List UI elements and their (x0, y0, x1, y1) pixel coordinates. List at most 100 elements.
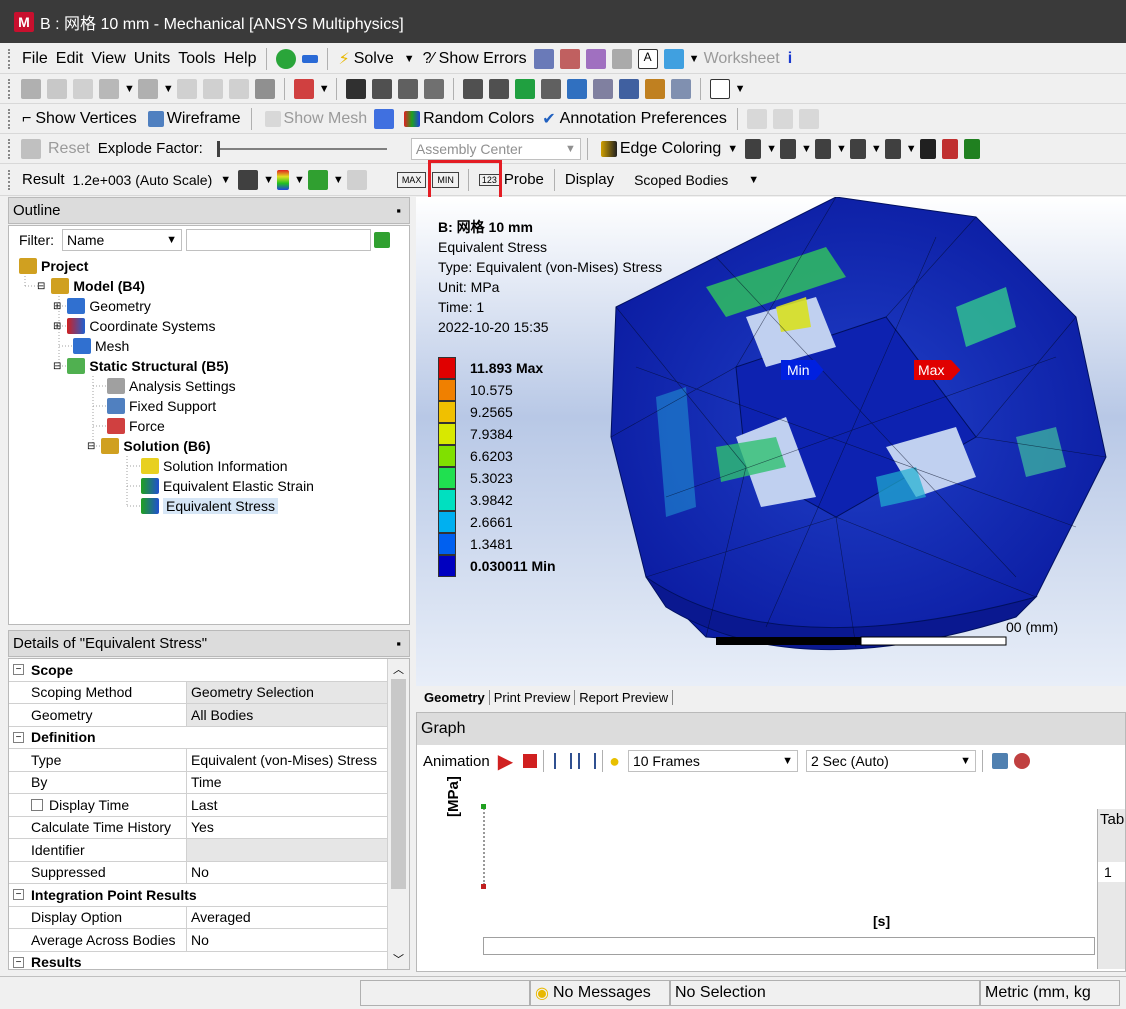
tree-item-static-structural[interactable]: ⊟ Static Structural (B5) (53, 356, 229, 376)
geometry-display-icon[interactable] (238, 169, 259, 190)
pointer-icon[interactable] (21, 78, 41, 99)
wireframe-button[interactable]: Wireframe (141, 107, 245, 131)
zoom-icon[interactable] (397, 78, 418, 99)
iso-view-icon[interactable] (566, 78, 587, 99)
select-mode-icon[interactable] (137, 78, 158, 99)
pan-icon[interactable] (371, 78, 392, 99)
display-scope-dropdown[interactable]: Scoped Bodies ▼ (630, 168, 763, 192)
contour-bands-icon[interactable] (277, 169, 290, 190)
detail-row-type[interactable]: Type Equivalent (von-Mises) Stress (9, 749, 387, 772)
messages-cell[interactable]: ◉ No Messages (530, 980, 670, 1006)
assembly-center-dropdown[interactable]: Assembly Center ▼ (410, 137, 581, 160)
max-marker[interactable]: Max (914, 360, 961, 380)
units-cell[interactable]: Metric (mm, kg (980, 980, 1120, 1006)
zoom-selection-icon[interactable] (488, 78, 509, 99)
menu-tools[interactable]: Tools (174, 47, 219, 71)
collapse-icon[interactable]: ⊟ (53, 361, 61, 372)
image-icon[interactable] (663, 48, 684, 69)
tabular-data-tab[interactable]: Tab (1098, 809, 1125, 830)
tree-item-solution[interactable]: ⊟ Solution (B6) (87, 436, 211, 456)
table-row-1[interactable]: 1 (1098, 862, 1125, 882)
display-time-checkbox[interactable] (31, 798, 43, 811)
box-select-icon[interactable] (99, 78, 119, 99)
tree-item-coordinate-systems[interactable]: ⊞ Coordinate Systems (53, 316, 215, 336)
lock-icon[interactable] (644, 78, 665, 99)
explode-view-icon[interactable] (21, 138, 41, 159)
detail-row-scoping-method[interactable]: Scoping Method Geometry Selection (9, 681, 387, 704)
scroll-up-icon[interactable]: ︿ (393, 661, 404, 677)
max-label-button[interactable]: MAX (396, 171, 427, 188)
toolbar-icon-a[interactable] (533, 48, 554, 69)
detail-row-by[interactable]: By Time (9, 771, 387, 794)
tree-item-analysis-settings[interactable]: Analysis Settings (107, 376, 236, 396)
frames-icon[interactable] (554, 753, 573, 769)
edge-line-icon-5[interactable] (884, 138, 901, 159)
pin-edge-icon[interactable] (919, 138, 936, 159)
vector-display-icon[interactable] (346, 169, 367, 190)
explode-icon[interactable] (374, 108, 395, 129)
vertex-filter-icon[interactable] (176, 78, 197, 99)
bulb-icon[interactable]: ● (609, 751, 620, 772)
scroll-down-icon[interactable]: ﹀ (393, 951, 404, 967)
edge-line-icon-1[interactable] (745, 138, 762, 159)
tree-item-fixed-support[interactable]: Fixed Support (107, 396, 216, 416)
collapse-icon[interactable]: ⊟ (37, 281, 45, 292)
tree-item-mesh[interactable]: Mesh (73, 336, 129, 356)
box-zoom-icon[interactable] (423, 78, 444, 99)
menu-file[interactable]: File (18, 47, 52, 71)
expand-icon[interactable]: ⊞ (53, 301, 61, 312)
tree-icon[interactable] (302, 54, 319, 63)
menu-edit[interactable]: Edit (52, 47, 88, 71)
tree-item-force[interactable]: Force (107, 416, 165, 436)
edge-line-icon-4[interactable] (849, 138, 866, 159)
pin-icon[interactable]: ▪ (396, 636, 401, 651)
check-icon[interactable] (276, 48, 297, 69)
annotation-preferences-button[interactable]: ✔ Annotation Preferences (538, 107, 731, 131)
tree-item-geometry[interactable]: ⊞ Geometry (53, 296, 151, 316)
toolbar-grip[interactable] (8, 48, 12, 69)
edge-line-icon-2[interactable] (780, 138, 797, 159)
section-results[interactable]: − Results (9, 952, 387, 969)
scrollbar-thumb[interactable] (391, 679, 406, 889)
detail-row-calculate-time-history[interactable]: Calculate Time History Yes (9, 816, 387, 839)
detail-row-identifier[interactable]: Identifier (9, 839, 387, 862)
detail-row-display-time[interactable]: Display Time Last (9, 794, 387, 817)
menu-help[interactable]: Help (220, 47, 261, 71)
toolbar-icon-c[interactable] (585, 48, 606, 69)
magnifier-icon[interactable] (514, 78, 535, 99)
fit-edge-icon[interactable] (941, 138, 958, 159)
previous-view-icon[interactable] (592, 78, 613, 99)
section-definition[interactable]: − Definition (9, 727, 387, 749)
play-icon[interactable]: ▶ (498, 749, 513, 774)
tree-item-project[interactable]: Project (19, 256, 88, 276)
graphics-viewport[interactable]: B: 网格 10 mm Equivalent Stress Type: Equi… (416, 197, 1126, 686)
edge-filter-icon[interactable] (202, 78, 223, 99)
edge-display-icon[interactable] (307, 169, 328, 190)
face-filter-icon[interactable] (228, 78, 249, 99)
select-point-icon[interactable] (47, 78, 67, 99)
section-integration-point-results[interactable]: − Integration Point Results (9, 884, 387, 907)
edge-extend-icon[interactable] (963, 138, 980, 159)
expand-icon[interactable]: ⊞ (53, 321, 61, 332)
stop-icon[interactable] (523, 754, 538, 768)
result-scale-dropdown[interactable]: 1.2e+003 (Auto Scale) ▼ (69, 168, 236, 192)
text-annotation-icon[interactable]: A (637, 48, 658, 69)
coordinate-icon[interactable] (73, 78, 93, 99)
toolbar-icon-d[interactable] (611, 48, 632, 69)
menu-view[interactable]: View (87, 47, 129, 71)
rotate-icon[interactable] (345, 78, 366, 99)
time-slider[interactable] (483, 937, 1095, 955)
edge-coloring-button[interactable]: Edge Coloring ▼ (594, 137, 742, 161)
next-view-icon[interactable] (618, 78, 639, 99)
tree-item-equivalent-stress[interactable]: Equivalent Stress (141, 496, 278, 516)
min-marker[interactable]: Min (781, 360, 824, 380)
explode-factor-slider[interactable] (216, 140, 387, 157)
toolbar-icon-b[interactable] (559, 48, 580, 69)
tab-geometry[interactable]: Geometry (420, 689, 490, 705)
context-help-icon[interactable]: i (784, 47, 796, 71)
axis-icon-1[interactable] (746, 108, 767, 129)
menu-units[interactable]: Units (130, 47, 174, 71)
random-colors-button[interactable]: Random Colors (397, 107, 538, 131)
tab-report-preview[interactable]: Report Preview (575, 689, 674, 705)
body-filter-icon[interactable] (254, 78, 275, 99)
